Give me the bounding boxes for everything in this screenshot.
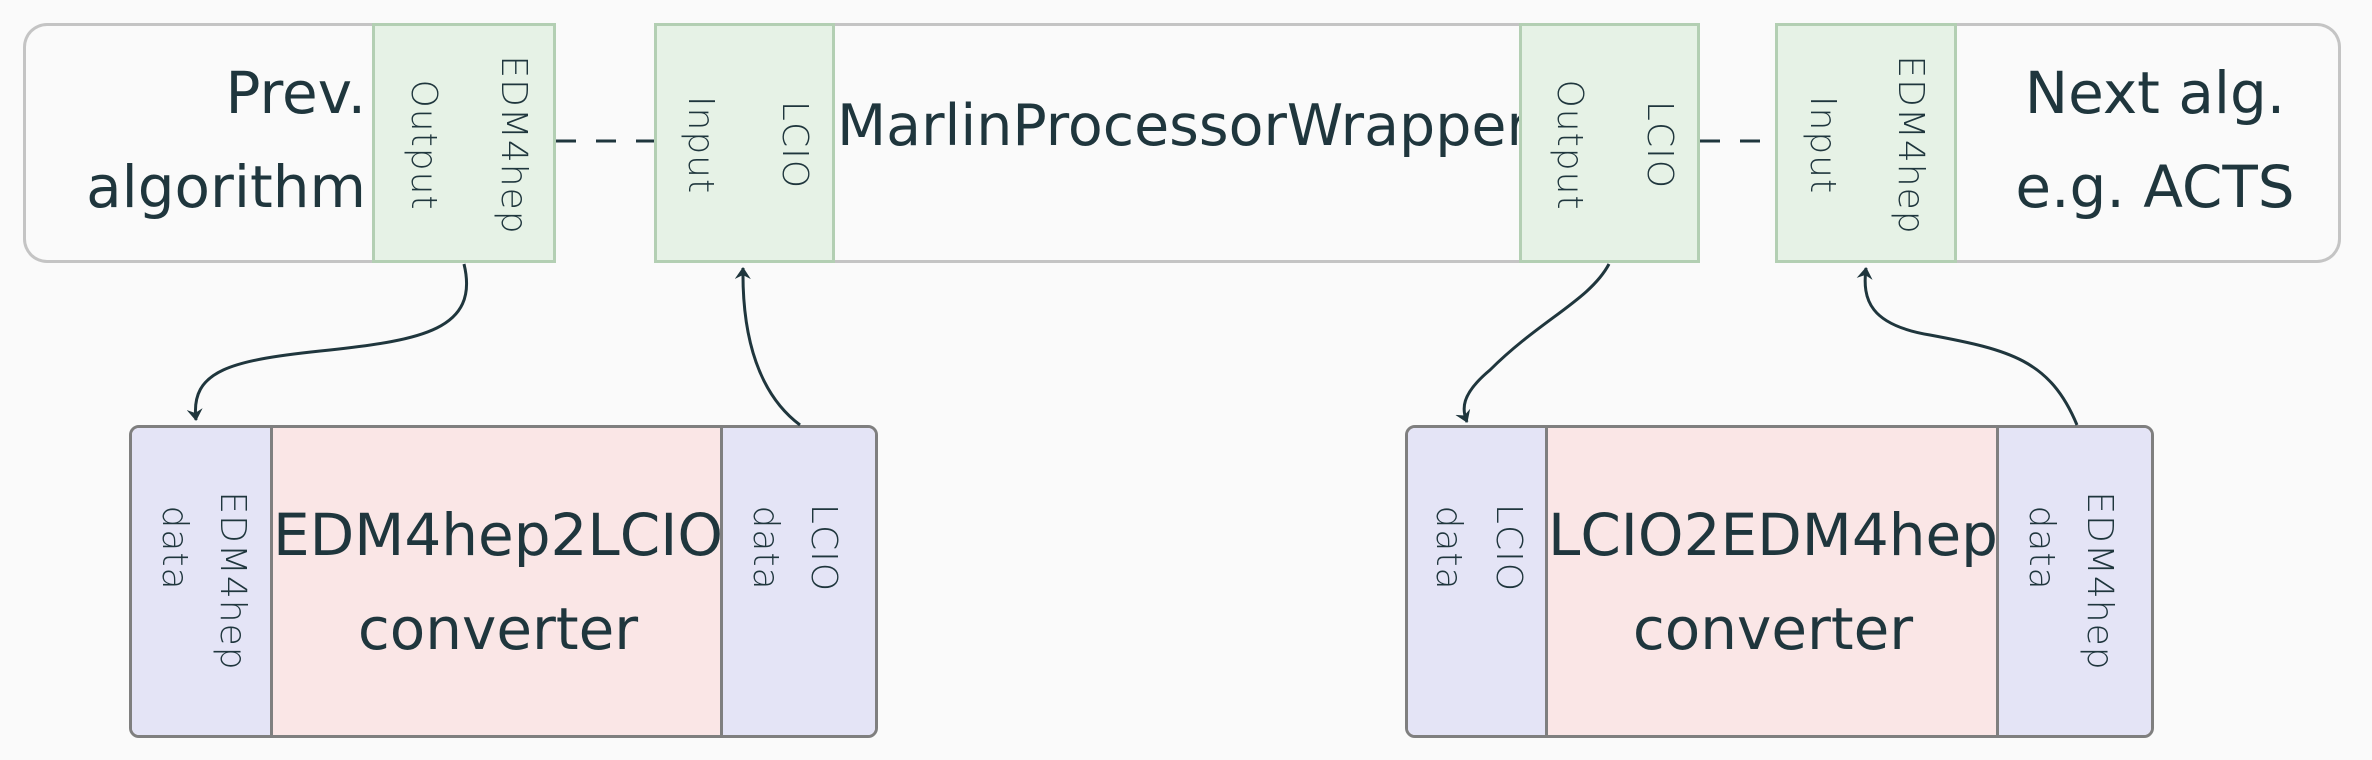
arrow-wrapper-output-to-lcio2edm4hep xyxy=(1455,263,1611,423)
arrow-edm4hep2lcio-to-wrapper-input xyxy=(734,267,801,427)
arrow-prev-output-to-edm4hep2lcio xyxy=(186,263,468,421)
edges-layer xyxy=(186,139,2079,427)
arrow-lcio2edm4hep-to-next-input xyxy=(1856,267,2079,426)
